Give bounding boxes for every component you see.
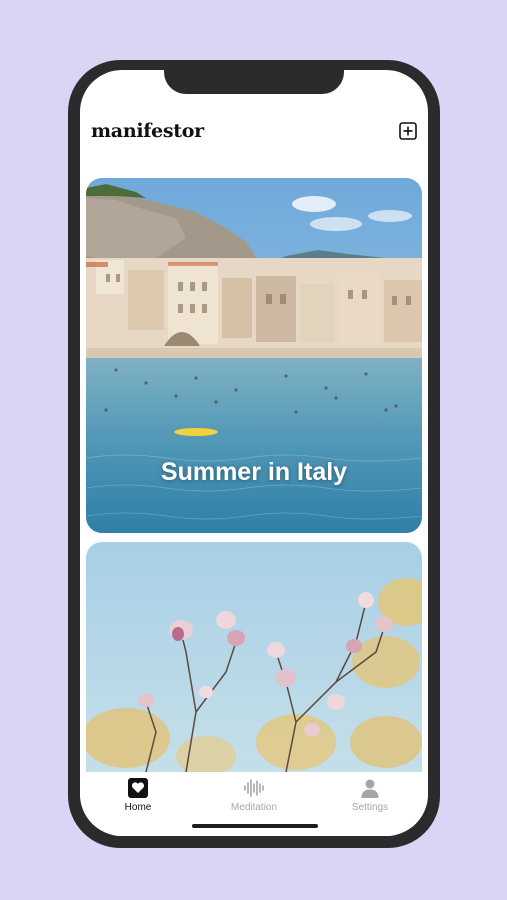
phone-notch: [164, 70, 344, 94]
board-card-summer-in-italy[interactable]: Summer in Italy: [86, 178, 422, 533]
tab-settings[interactable]: Settings: [312, 778, 428, 818]
app-logo: manifestor: [91, 120, 204, 142]
tab-meditation-label: Meditation: [230, 802, 278, 813]
app-header: manifestor: [80, 114, 428, 154]
heart-square-icon: [128, 778, 148, 798]
magnolia-blossoms-photo: [86, 542, 422, 772]
board-card-magnolia[interactable]: [86, 542, 422, 772]
tab-home-label: Home: [124, 802, 152, 813]
tab-meditation[interactable]: Meditation: [196, 778, 312, 818]
card-title: Summer in Italy: [160, 458, 348, 486]
tab-settings-label: Settings: [351, 802, 389, 813]
add-button[interactable]: [399, 122, 417, 140]
home-indicator[interactable]: [192, 824, 318, 828]
phone-frame: manifestor Summer in Italy Home Meditati…: [68, 60, 440, 848]
sound-wave-icon: [244, 779, 264, 797]
person-icon: [361, 779, 379, 798]
tab-home[interactable]: Home: [80, 778, 196, 818]
plus-square-icon: [399, 122, 417, 140]
app-screen: manifestor Summer in Italy Home Meditati…: [80, 70, 428, 836]
